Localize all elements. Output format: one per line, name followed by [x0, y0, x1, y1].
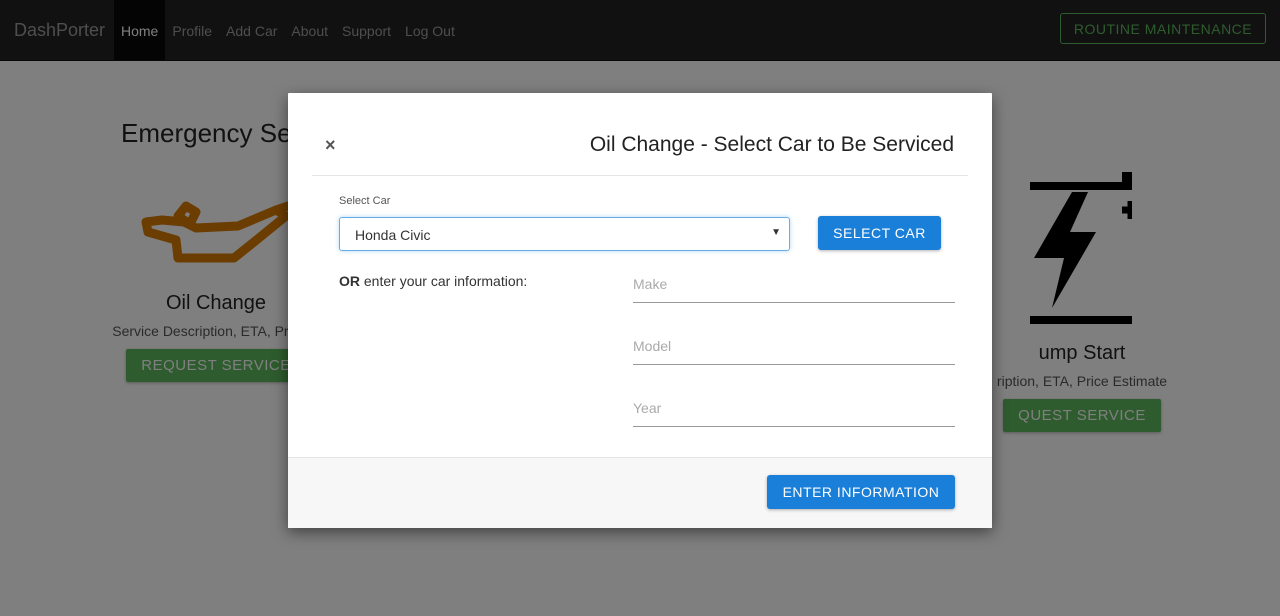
select-car-label: Select Car	[339, 195, 391, 207]
or-label: OR	[339, 273, 360, 289]
year-field	[633, 391, 955, 427]
modal-header-divider	[312, 175, 968, 176]
make-input[interactable]	[633, 267, 955, 301]
or-instruction-text: enter your car information:	[360, 273, 528, 289]
close-icon[interactable]: ×	[325, 135, 336, 156]
caret-down-icon: ▼	[771, 227, 781, 238]
year-input[interactable]	[633, 391, 955, 425]
modal-title: Oil Change - Select Car to Be Serviced	[589, 133, 954, 156]
make-field	[633, 267, 955, 303]
model-field	[633, 329, 955, 365]
enter-information-button[interactable]: ENTER INFORMATION	[767, 475, 955, 509]
or-instruction: OR enter your car information:	[339, 273, 527, 289]
select-car-modal: × Oil Change - Select Car to Be Serviced…	[288, 93, 992, 528]
car-select-dropdown[interactable]: Honda Civic ▼	[339, 217, 790, 251]
modal-footer: ENTER INFORMATION	[288, 457, 992, 528]
model-input[interactable]	[633, 329, 955, 363]
select-car-button[interactable]: SELECT CAR	[818, 216, 941, 250]
selected-car-value: Honda Civic	[355, 227, 431, 243]
